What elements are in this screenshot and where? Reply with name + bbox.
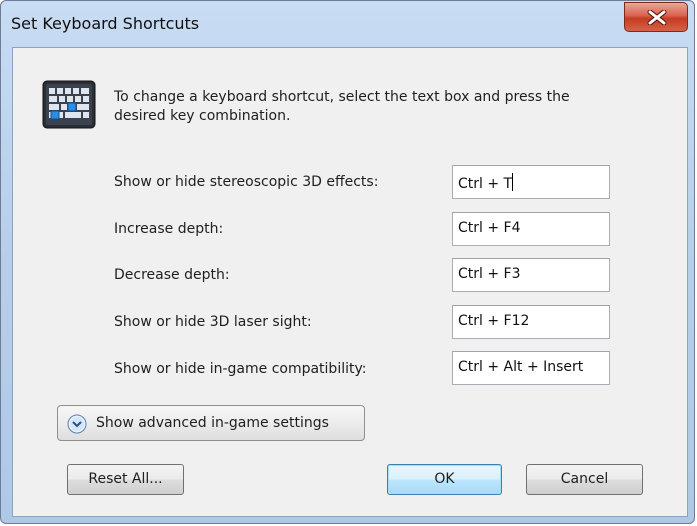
close-icon [647,10,667,25]
shortcut-input-decrease-depth[interactable]: Ctrl + F3 [452,258,610,292]
show-advanced-settings-button[interactable]: Show advanced in-game settings [57,405,365,441]
shortcut-value: Ctrl + F4 [458,220,521,236]
window-title: Set Keyboard Shortcuts [11,14,200,33]
title-bar[interactable]: Set Keyboard Shortcuts [1,1,694,47]
ok-button[interactable]: OK [387,464,502,495]
advanced-settings-label: Show advanced in-game settings [96,415,329,431]
shortcut-input-in-game-compatibility[interactable]: Ctrl + Alt + Insert [452,351,610,385]
shortcut-input-stereoscopic-3d[interactable]: Ctrl + T [452,165,610,199]
dialog-content: To change a keyboard shortcut, select th… [12,47,688,517]
cancel-button[interactable]: Cancel [526,464,643,495]
instructions-text: To change a keyboard shortcut, select th… [114,89,570,124]
shortcut-input-laser-sight[interactable]: Ctrl + F12 [452,305,610,339]
reset-all-button[interactable]: Reset All... [67,464,184,495]
shortcut-value: Ctrl + Alt + Insert [458,359,584,375]
chevron-down-circle-icon [67,414,87,434]
shortcut-value: Ctrl + T [458,176,513,192]
shortcut-value: Ctrl + F3 [458,266,521,282]
label-in-game-compatibility: Show or hide in-game compatibility: [114,361,367,377]
label-increase-depth: Increase depth: [114,221,224,237]
shortcut-input-increase-depth[interactable]: Ctrl + F4 [452,212,610,246]
label-decrease-depth: Decrease depth: [114,267,230,283]
close-button[interactable] [624,2,688,32]
label-laser-sight: Show or hide 3D laser sight: [114,314,312,330]
shortcut-value: Ctrl + F12 [458,313,530,329]
dialog-window: Set Keyboard Shortcuts To change a keybo… [0,0,695,524]
label-stereoscopic-3d: Show or hide stereoscopic 3D effects: [114,174,379,190]
keyboard-icon [42,80,96,129]
text-caret [512,173,514,191]
